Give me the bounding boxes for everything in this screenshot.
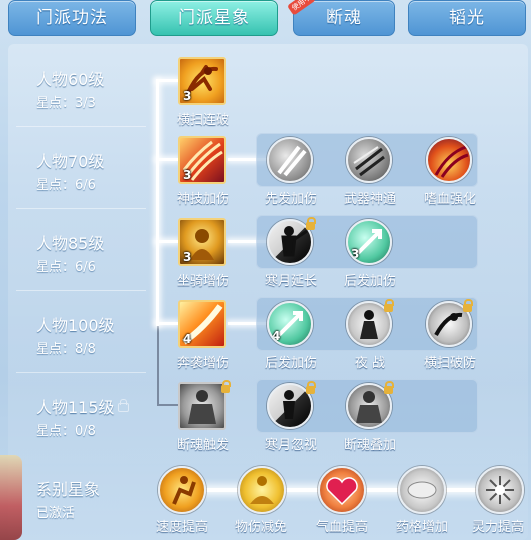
- series-item-name: 灵力提高: [471, 520, 524, 535]
- skill-name: 后发加伤: [264, 356, 317, 371]
- lock-icon: [463, 299, 473, 312]
- skill-xianfa-jiashang-icon[interactable]: [267, 137, 313, 183]
- series-title: 系别星象: [36, 480, 101, 499]
- spirit-burst-icon: [486, 476, 514, 504]
- skill-name: 夜 战: [354, 356, 386, 371]
- skill-duanhun-chufa-icon[interactable]: [178, 382, 226, 430]
- decorative-ornament-icon: [0, 455, 22, 540]
- row-70: 人物70级 星点：6/6: [8, 132, 148, 212]
- skill-level: 4: [272, 329, 281, 343]
- branch-line: [156, 158, 178, 161]
- skill-houfa-jiashang-2-icon[interactable]: 4: [267, 301, 313, 347]
- pill-icon: [407, 481, 437, 499]
- row-level: 人物60级: [36, 70, 105, 89]
- skill-hengsao-lianpo-icon[interactable]: 3: [178, 57, 226, 105]
- row-stars: 星点：3/3: [36, 96, 96, 111]
- tab-bar: 门派功法 门派星象 断魂 使用中 韬光: [0, 0, 531, 40]
- skill-level: 3: [183, 250, 192, 264]
- skill-name: 寒月延长: [264, 274, 317, 289]
- lock-icon: [384, 299, 394, 312]
- in-use-badge: 使用中: [287, 0, 316, 16]
- tab-duanhun-label: 断魂: [326, 8, 362, 28]
- series-hp-up-icon[interactable]: [318, 466, 366, 514]
- skill-wuqi-shentong-icon[interactable]: [346, 137, 392, 183]
- divider: [16, 208, 146, 209]
- skill-houfa-jiashang-icon[interactable]: 3: [346, 219, 392, 265]
- series-item-name: 物伤减免: [234, 520, 287, 535]
- skill-level: 4: [183, 332, 192, 346]
- skill-benxi-zengshang-icon[interactable]: 4: [178, 300, 226, 348]
- skill-level: 3: [351, 247, 360, 261]
- row-level: 人物70级: [36, 152, 105, 171]
- row-stars: 星点：6/6: [36, 260, 96, 275]
- series-phys-dmg-reduce-icon[interactable]: [238, 466, 286, 514]
- branch-line: [156, 240, 178, 243]
- tab-sect-skills[interactable]: 门派功法: [8, 0, 136, 36]
- skill-name: 奔袭增伤: [176, 356, 229, 371]
- row-level: 人物100级: [36, 316, 115, 335]
- skill-shenji-jiashang-icon[interactable]: 3: [178, 136, 226, 184]
- tab-sect-constellation[interactable]: 门派星象: [150, 0, 278, 36]
- branch-line-locked: [157, 404, 179, 406]
- row-level-text: 人物115级: [36, 398, 115, 417]
- row-stars: 星点：0/8: [36, 424, 96, 439]
- lock-icon: [221, 380, 231, 393]
- row-level: 人物85级: [36, 234, 105, 253]
- weapon-icon: [353, 146, 385, 177]
- row-stars: 星点：6/6: [36, 178, 96, 193]
- skill-name: 武器神通: [343, 192, 396, 207]
- skill-level: 3: [183, 89, 192, 103]
- silhouette-icon: [281, 226, 308, 257]
- skill-level: 3: [183, 168, 192, 182]
- skill-name: 横扫连破: [176, 113, 229, 128]
- series-label: 系别星象 已激活: [8, 460, 148, 540]
- skill-shixue-qianghua-icon[interactable]: [426, 137, 472, 183]
- heart-icon: [326, 477, 358, 506]
- lock-icon: [384, 381, 394, 394]
- lock-icon: [306, 381, 316, 394]
- series-item-name: 气血提高: [315, 520, 368, 535]
- series-medicine-up-icon[interactable]: [398, 466, 446, 514]
- tab-taoguang[interactable]: 韬光: [408, 0, 526, 36]
- divider: [16, 290, 146, 291]
- branch-line: [156, 79, 178, 82]
- skill-name: 断魂触发: [176, 438, 229, 453]
- skill-name: 神技加伤: [176, 192, 229, 207]
- series-speed-up-icon[interactable]: [158, 466, 206, 514]
- divider: [16, 372, 146, 373]
- skill-name: 嗜血强化: [423, 192, 476, 207]
- row-85: 人物85级 星点：6/6: [8, 214, 148, 294]
- blood-claw-icon: [434, 145, 469, 178]
- running-figure-icon: [172, 476, 196, 505]
- skill-name: 横扫破防: [423, 356, 476, 371]
- lock-icon: [306, 217, 316, 230]
- skill-name: 先发加伤: [264, 192, 317, 207]
- blades-icon: [277, 145, 307, 177]
- branch-line: [156, 322, 178, 325]
- row-60: 人物60级 星点：3/3: [8, 50, 148, 130]
- meditating-figure-icon: [250, 476, 274, 504]
- silhouette-icon: [283, 390, 295, 419]
- skill-zuoqi-zengshang-icon[interactable]: 3: [178, 218, 226, 266]
- skill-name: 寒月忽视: [264, 438, 317, 453]
- series-item-name: 速度提高: [155, 520, 208, 535]
- row-level: 人物115级: [36, 394, 129, 418]
- lock-icon: [117, 399, 129, 412]
- tab-duanhun[interactable]: 断魂 使用中: [287, 0, 395, 36]
- row-stars: 星点：8/8: [36, 342, 96, 357]
- armored-figure-icon: [188, 390, 216, 424]
- skill-name: 坐骑增伤: [176, 274, 229, 289]
- divider: [16, 126, 146, 127]
- series-spirit-up-icon[interactable]: [476, 466, 524, 514]
- skill-name: 断魂叠加: [343, 438, 396, 453]
- row-100: 人物100级 星点：8/8: [8, 296, 148, 376]
- row-115: 人物115级 星点：0/8: [8, 378, 148, 458]
- skill-name: 后发加伤: [343, 274, 396, 289]
- series-status: 已激活: [36, 506, 76, 521]
